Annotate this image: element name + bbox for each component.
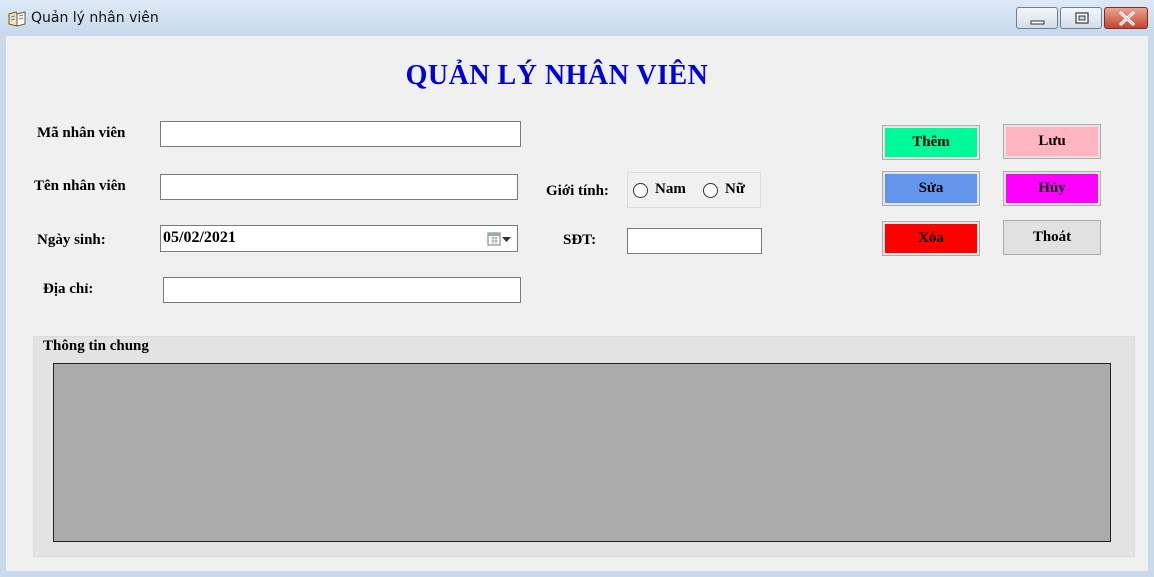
employee-id-input[interactable] — [160, 121, 521, 147]
employee-data-grid[interactable] — [53, 363, 1111, 542]
add-button-label: Thêm — [885, 128, 977, 157]
delete-button-label: Xóa — [885, 224, 977, 253]
maximize-icon — [1075, 12, 1089, 24]
employee-id-label: Mã nhân viên — [37, 125, 126, 141]
gender-label: Giới tính: — [546, 183, 609, 199]
gender-female-label[interactable]: Nữ — [725, 181, 745, 198]
save-button[interactable]: Lưu — [1003, 124, 1101, 159]
title-bar: Quản lý nhân viên — [0, 0, 1154, 36]
employee-name-input[interactable] — [160, 174, 518, 200]
calendar-dropdown-icon[interactable] — [487, 231, 513, 247]
gender-male-radio[interactable] — [633, 183, 648, 198]
gender-male-label[interactable]: Nam — [655, 181, 686, 198]
employee-name-label: Tên nhân viên — [34, 178, 126, 194]
address-label: Địa chỉ: — [43, 281, 94, 297]
exit-button-label: Thoát — [1006, 223, 1098, 252]
group-caption: Thông tin chung — [43, 338, 149, 354]
page-title: QUẢN LÝ NHÂN VIÊN — [405, 60, 709, 91]
general-info-group: Thông tin chung — [33, 336, 1135, 557]
minimize-icon — [1030, 20, 1045, 25]
maximize-button[interactable] — [1060, 7, 1102, 29]
edit-button[interactable]: Sửa — [882, 171, 980, 206]
gender-radio-group: Nam Nữ — [627, 172, 761, 208]
close-icon — [1119, 11, 1135, 26]
cancel-button-label: Hủy — [1006, 174, 1098, 203]
save-button-label: Lưu — [1006, 127, 1098, 156]
window-title: Quản lý nhân viên — [31, 10, 159, 26]
edit-button-label: Sửa — [885, 174, 977, 203]
close-button[interactable] — [1104, 7, 1148, 29]
gender-female-radio[interactable] — [703, 183, 718, 198]
birth-date-label: Ngày sinh: — [37, 232, 106, 248]
phone-input[interactable] — [627, 228, 762, 254]
birth-date-value: 05/02/2021 — [163, 229, 236, 246]
form-client-area: QUẢN LÝ NHÂN VIÊN Mã nhân viên Tên nhân … — [6, 36, 1148, 571]
add-button[interactable]: Thêm — [882, 125, 980, 160]
phone-label: SĐT: — [563, 232, 597, 248]
exit-button[interactable]: Thoát — [1003, 220, 1101, 255]
delete-button[interactable]: Xóa — [882, 221, 980, 256]
minimize-button[interactable] — [1016, 7, 1058, 29]
app-book-icon — [8, 11, 26, 27]
address-input[interactable] — [163, 277, 521, 303]
birth-date-picker[interactable]: 05/02/2021 — [160, 225, 518, 252]
cancel-button[interactable]: Hủy — [1003, 171, 1101, 206]
